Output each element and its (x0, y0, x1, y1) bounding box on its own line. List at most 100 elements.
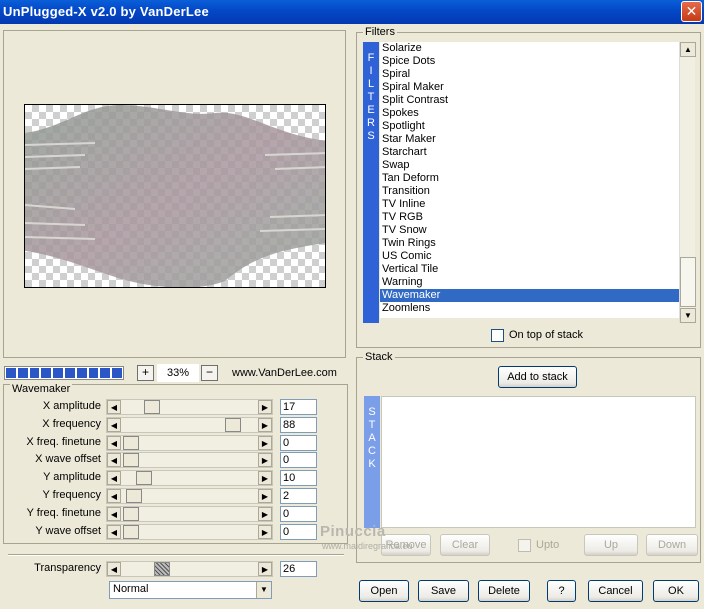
clear-button[interactable]: Clear (440, 534, 490, 556)
list-item[interactable]: Vertical Tile (380, 263, 680, 276)
list-item[interactable]: TV RGB (380, 211, 680, 224)
arrow-left-icon[interactable]: ◀ (107, 436, 121, 450)
delete-button[interactable]: Delete (478, 580, 530, 602)
arrow-left-icon[interactable]: ◀ (107, 489, 121, 503)
down-button[interactable]: Down (646, 534, 698, 556)
list-item[interactable]: US Comic (380, 250, 680, 263)
param-label: Y frequency (42, 489, 101, 501)
x-frequency-slider[interactable]: ◀ ▶ (106, 417, 273, 433)
arrow-right-icon[interactable]: ▶ (258, 418, 272, 432)
list-item[interactable]: Star Maker (380, 133, 680, 146)
list-item[interactable]: Split Contrast (380, 94, 680, 107)
help-button[interactable]: ? (547, 580, 576, 602)
y-frequency-field[interactable]: 2 (280, 488, 317, 504)
arrow-right-icon[interactable]: ▶ (258, 489, 272, 503)
arrow-right-icon[interactable]: ▶ (258, 525, 272, 539)
preview-image[interactable] (24, 104, 326, 288)
stack-list[interactable] (381, 396, 696, 528)
arrow-right-icon[interactable]: ▶ (258, 471, 272, 485)
on-top-checkbox[interactable] (491, 329, 504, 342)
cancel-button[interactable]: Cancel (588, 580, 643, 602)
arrow-left-icon[interactable]: ◀ (107, 507, 121, 521)
filters-tab: FI LT ER S (363, 42, 379, 323)
y-freq-finetune-field[interactable]: 0 (280, 506, 317, 522)
list-item[interactable]: TV Snow (380, 224, 680, 237)
add-to-stack-button[interactable]: Add to stack (498, 366, 577, 388)
upto-label: Upto (536, 539, 560, 551)
list-item-selected[interactable]: Wavemaker (380, 289, 680, 302)
x-wave-offset-slider[interactable]: ◀ ▶ (106, 452, 273, 468)
filter-scrollbar[interactable]: ▲ ▼ (679, 42, 696, 323)
list-item[interactable]: Spotlight (380, 120, 680, 133)
slider-thumb[interactable] (123, 453, 139, 467)
y-freq-finetune-slider[interactable]: ◀ ▶ (106, 506, 273, 522)
arrow-left-icon[interactable]: ◀ (107, 471, 121, 485)
transparency-field[interactable]: 26 (280, 561, 317, 577)
list-item[interactable]: Solarize (380, 42, 680, 55)
slider-thumb[interactable] (144, 400, 160, 414)
y-wave-offset-slider[interactable]: ◀ ▶ (106, 524, 273, 540)
list-item[interactable]: Spiral (380, 68, 680, 81)
filter-list[interactable]: Solarize Spice Dots Spiral Spiral Maker … (380, 42, 680, 318)
x-frequency-field[interactable]: 88 (280, 417, 317, 433)
open-button[interactable]: Open (359, 580, 409, 602)
slider-thumb[interactable] (136, 471, 152, 485)
arrow-left-icon[interactable]: ◀ (107, 453, 121, 467)
list-item[interactable]: Transition (380, 185, 680, 198)
list-item[interactable]: Spokes (380, 107, 680, 120)
slider-thumb[interactable] (225, 418, 241, 432)
arrow-left-icon[interactable]: ◀ (107, 562, 121, 576)
y-frequency-slider[interactable]: ◀ ▶ (106, 488, 273, 504)
arrow-up-icon[interactable]: ▲ (680, 42, 696, 57)
arrow-right-icon[interactable]: ▶ (258, 507, 272, 521)
up-button[interactable]: Up (584, 534, 638, 556)
x-freq-finetune-slider[interactable]: ◀ ▶ (106, 435, 273, 451)
list-item[interactable]: Zoomlens (380, 302, 680, 315)
x-amplitude-slider[interactable]: ◀ ▶ (106, 399, 273, 415)
list-item[interactable]: Tan Deform (380, 172, 680, 185)
scroll-thumb[interactable] (680, 257, 696, 307)
param-label: Y amplitude (43, 471, 101, 483)
arrow-left-icon[interactable]: ◀ (107, 400, 121, 414)
close-button[interactable]: ✕ (681, 1, 702, 22)
x-wave-offset-field[interactable]: 0 (280, 452, 317, 468)
param-label: Y wave offset (35, 525, 101, 537)
arrow-right-icon[interactable]: ▶ (258, 453, 272, 467)
arrow-right-icon[interactable]: ▶ (258, 436, 272, 450)
x-amplitude-field[interactable]: 17 (280, 399, 317, 415)
arrow-left-icon[interactable]: ◀ (107, 525, 121, 539)
arrow-left-icon[interactable]: ◀ (107, 418, 121, 432)
slider-thumb[interactable] (154, 562, 170, 576)
website-link[interactable]: www.VanDerLee.com (232, 367, 337, 379)
preview-panel (3, 30, 346, 358)
slider-thumb[interactable] (123, 436, 139, 450)
zoom-out-button[interactable]: − (201, 365, 218, 381)
list-item[interactable]: Spiral Maker (380, 81, 680, 94)
title-bar: UnPlugged-X v2.0 by VanDerLee (0, 0, 704, 24)
wavemaker-title: Wavemaker (10, 383, 73, 395)
transparency-slider[interactable]: ◀ ▶ (106, 561, 273, 577)
list-item[interactable]: Spice Dots (380, 55, 680, 68)
save-button[interactable]: Save (418, 580, 469, 602)
zoom-in-button[interactable]: + (137, 365, 154, 381)
y-amplitude-field[interactable]: 10 (280, 470, 317, 486)
param-x-amplitude: X amplitude ◀ ▶ 17 (0, 399, 345, 415)
slider-thumb[interactable] (126, 489, 142, 503)
ok-button[interactable]: OK (653, 580, 699, 602)
y-amplitude-slider[interactable]: ◀ ▶ (106, 470, 273, 486)
arrow-down-icon[interactable]: ▼ (680, 308, 696, 323)
arrow-right-icon[interactable]: ▶ (258, 562, 272, 576)
list-item[interactable]: Starchart (380, 146, 680, 159)
list-item[interactable]: Swap (380, 159, 680, 172)
chevron-down-icon[interactable]: ▼ (256, 582, 271, 598)
y-wave-offset-field[interactable]: 0 (280, 524, 317, 540)
list-item[interactable]: Warning (380, 276, 680, 289)
list-item[interactable]: Twin Rings (380, 237, 680, 250)
arrow-right-icon[interactable]: ▶ (258, 400, 272, 414)
upto-checkbox[interactable] (518, 539, 531, 552)
blend-mode-select[interactable]: Normal ▼ (109, 581, 272, 599)
x-freq-finetune-field[interactable]: 0 (280, 435, 317, 451)
list-item[interactable]: TV Inline (380, 198, 680, 211)
slider-thumb[interactable] (123, 525, 139, 539)
slider-thumb[interactable] (123, 507, 139, 521)
